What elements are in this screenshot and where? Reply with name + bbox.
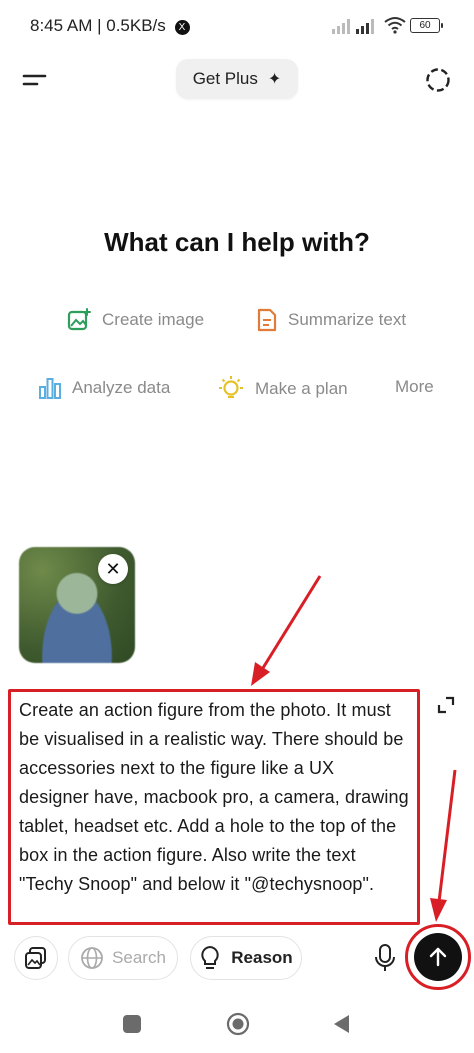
suggestion-make-plan[interactable]: Make a plan	[217, 375, 348, 403]
sparkle-icon: ✦	[267, 71, 282, 88]
analyze-data-icon	[39, 378, 61, 399]
reason-label: Reason	[231, 948, 293, 967]
globe-icon	[81, 947, 103, 969]
suggestion-summarize-text[interactable]: Summarize text	[256, 307, 406, 333]
signal-icon	[332, 19, 350, 34]
expand-icon[interactable]	[437, 696, 455, 714]
suggestion-more[interactable]: More	[395, 377, 434, 397]
search-label: Search	[112, 948, 166, 967]
menu-icon[interactable]	[22, 70, 48, 90]
status-time: 8:45 AM | 0.5KB/s X	[30, 16, 190, 36]
page-title: What can I help with?	[104, 227, 370, 257]
annotation-arrow-to-prompt	[256, 575, 322, 677]
get-plus-label: Get Plus	[192, 69, 258, 88]
summarize-text-icon	[257, 308, 277, 332]
arrow-up-icon	[429, 947, 447, 967]
suggestion-label: Analyze data	[72, 378, 171, 397]
status-time-text: 8:45 AM | 0.5KB/s	[30, 16, 166, 35]
battery-icon: 60	[410, 18, 443, 33]
remove-attachment-button[interactable]: ✕	[98, 554, 128, 584]
back-button[interactable]	[331, 1013, 351, 1035]
suggestion-analyze-data[interactable]: Analyze data	[38, 375, 170, 401]
signal-icon-2	[356, 19, 374, 34]
home-button[interactable]	[226, 1012, 250, 1036]
wifi-icon	[384, 17, 406, 34]
lightbulb-icon	[219, 376, 243, 399]
suggestion-create-image[interactable]: Create image	[66, 307, 204, 333]
annotation-arrowhead-send	[430, 898, 447, 922]
suggestion-label: More	[395, 377, 434, 396]
annotation-arrowhead-prompt	[251, 662, 270, 686]
create-image-icon	[67, 308, 91, 331]
reason-toggle[interactable]: Reason	[190, 936, 302, 980]
suggestion-label: Create image	[102, 310, 205, 329]
prompt-input[interactable]: Create an action figure from the photo. …	[8, 689, 420, 925]
search-toggle[interactable]: Search	[68, 936, 178, 980]
recents-button[interactable]	[123, 1015, 141, 1033]
attach-button[interactable]	[14, 936, 58, 980]
x-badge-icon: X	[174, 20, 190, 35]
get-plus-button[interactable]: Get Plus ✦	[176, 59, 298, 99]
lightbulb-icon	[201, 945, 219, 969]
attach-icon	[25, 947, 46, 969]
new-chat-icon[interactable]	[424, 66, 452, 94]
suggestion-label: Summarize text	[288, 310, 407, 329]
prompt-text: Create an action figure from the photo. …	[19, 700, 409, 894]
annotation-arrow-to-send	[436, 769, 457, 911]
send-button[interactable]	[414, 933, 462, 981]
microphone-icon[interactable]	[373, 943, 397, 973]
close-icon: ✕	[105, 558, 121, 579]
suggestion-label: Make a plan	[255, 379, 348, 398]
